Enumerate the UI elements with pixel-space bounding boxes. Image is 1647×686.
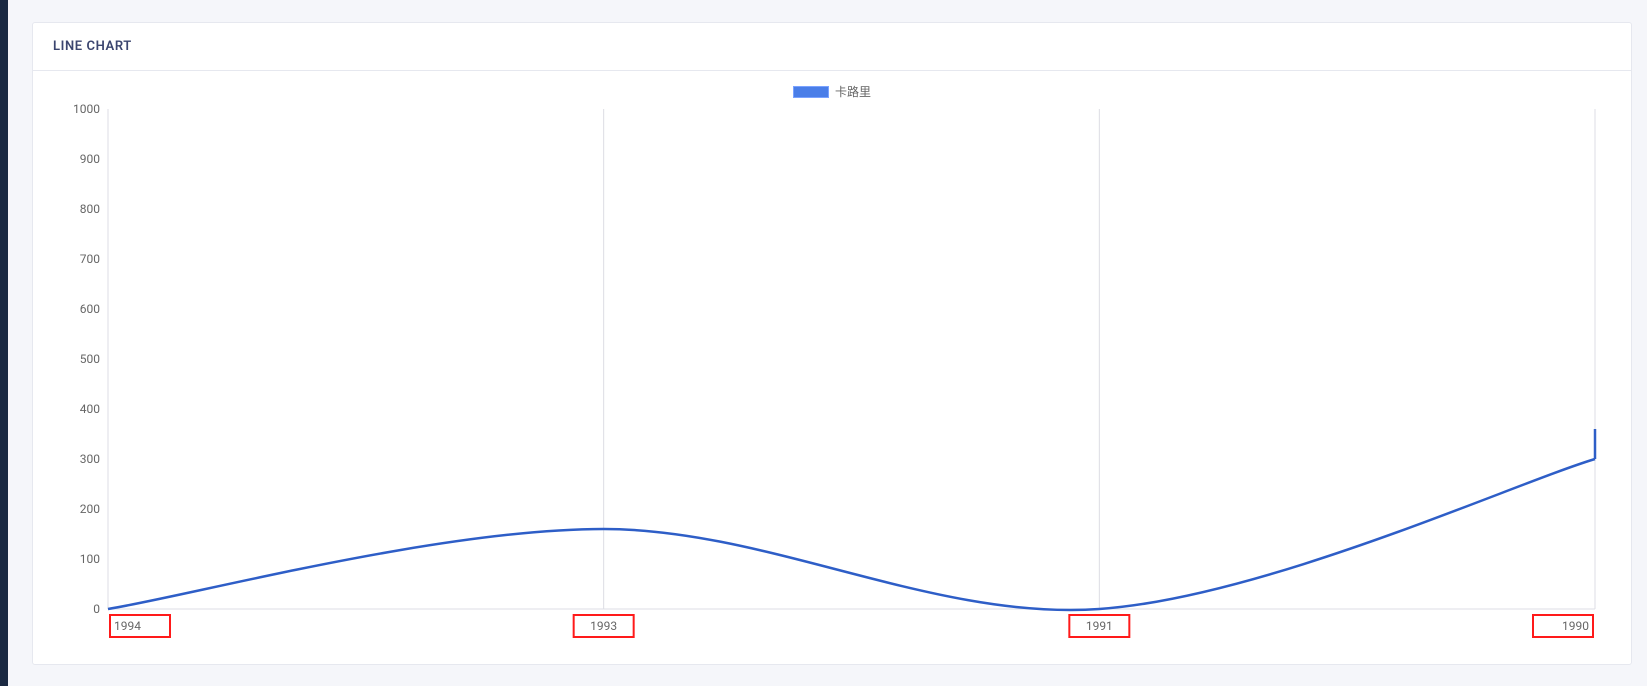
y-tick-label: 1000 [73,104,100,116]
y-tick-label: 300 [80,452,100,466]
y-tick-label: 0 [93,602,100,616]
x-tick-label: 1991 [1086,619,1113,633]
chart-series [108,429,1595,610]
chart-legend[interactable]: 卡路里 [53,83,1611,100]
y-tick-label: 800 [80,202,100,216]
y-tick-label: 400 [80,402,100,416]
page-root: LINE CHART 卡路里 0 100 200 300 400 500 600 700 800… [0,0,1647,686]
line-chart-svg: 01002003004005006007008009001000 1994199… [53,104,1613,644]
chart-grid [108,109,1595,609]
chart-area: 卡路里 0 100 200 300 400 500 600 700 800 900 1000 199… [53,83,1611,644]
y-tick-label: 600 [80,302,100,316]
left-nav-rail [0,0,8,686]
legend-series-label: 卡路里 [835,83,871,100]
y-tick-label: 900 [80,152,100,166]
y-tick-label: 500 [80,352,100,366]
y-axis-ticks: 0 100 200 300 400 500 600 700 800 900 1000 [73,104,100,616]
line-chart-panel: LINE CHART 卡路里 0 100 200 300 400 500 600 700 800… [32,22,1632,665]
x-tick-label: 1994 [114,619,141,633]
y-tick-label: 700 [80,252,100,266]
panel-title: LINE CHART [33,23,1631,71]
legend-swatch-icon [793,86,829,98]
series-line [108,459,1595,610]
x-tick-label: 1990 [1562,619,1589,633]
x-axis-ticks: 1994 1993 1991 1990 [110,615,1593,637]
y-tick-label: 200 [80,502,100,516]
y-tick-label: 100 [80,552,100,566]
x-tick-label: 1993 [590,619,617,633]
